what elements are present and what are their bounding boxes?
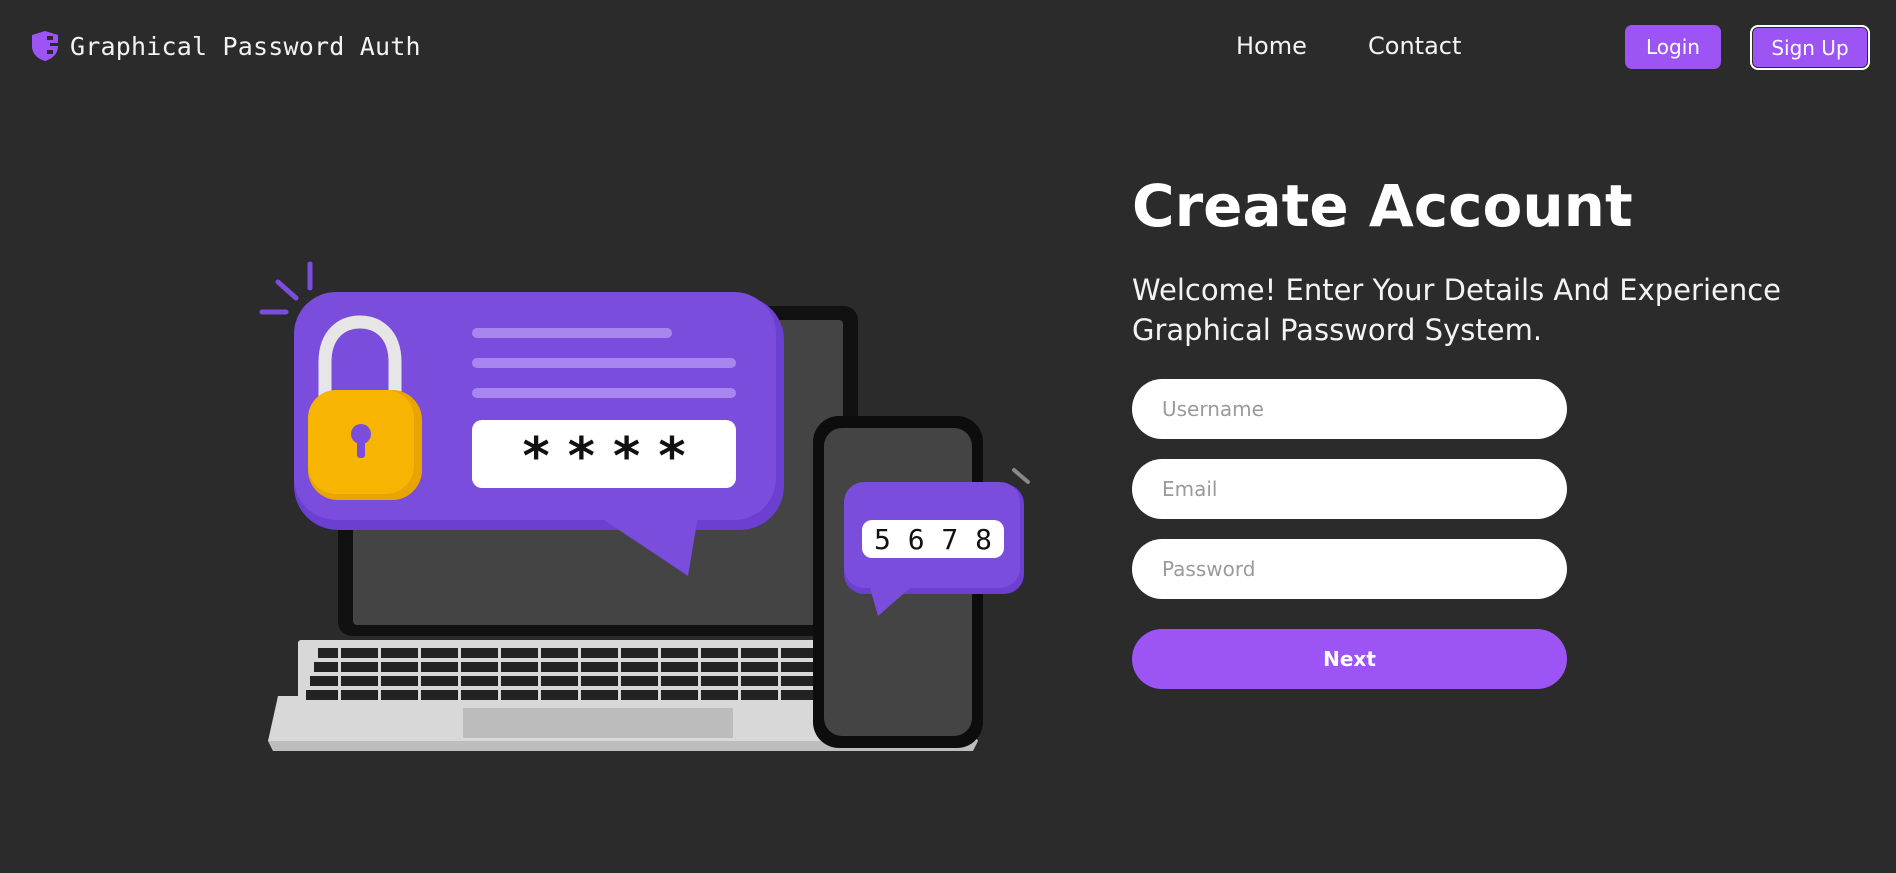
email-input[interactable] [1132,459,1567,519]
brand[interactable]: Graphical Password Auth [30,30,421,62]
otp-code-text: 5 6 7 8 [874,523,992,556]
navbar: Graphical Password Auth Home Contact Log… [0,0,1896,96]
laptop-phone-lock-illustration: * * * * 5 6 7 8 [259,261,1030,751]
page-title: Create Account [1132,172,1633,240]
nav-link-contact[interactable]: Contact [1368,32,1461,60]
signup-button[interactable]: Sign Up [1750,25,1870,70]
page-subtitle: Welcome! Enter Your Details And Experien… [1132,273,1782,347]
shield-logo-icon [32,31,58,61]
hero-illustration: * * * * 5 6 7 8 [238,256,1038,756]
nav-link-home[interactable]: Home [1236,32,1307,60]
password-input[interactable] [1132,539,1567,599]
brand-name: Graphical Password Auth [70,31,421,61]
login-button[interactable]: Login [1625,25,1721,69]
password-mask-text: * * * * [522,427,685,487]
username-input[interactable] [1132,379,1567,439]
next-button[interactable]: Next [1132,629,1567,689]
